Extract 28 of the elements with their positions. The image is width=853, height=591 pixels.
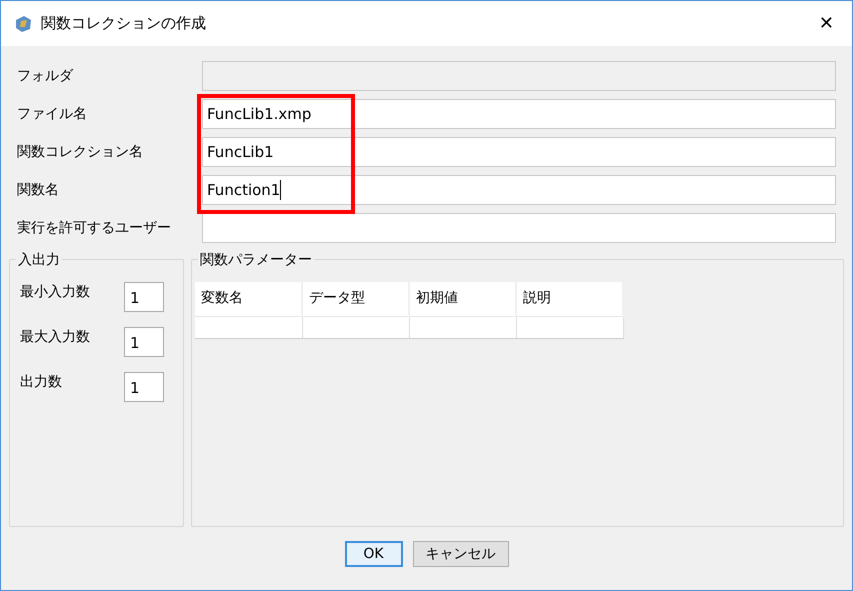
ok-button[interactable]: OK (344, 541, 402, 567)
table-cell[interactable] (516, 316, 623, 338)
table-cell[interactable] (302, 316, 409, 338)
field-label: 関数コレクション名 (17, 142, 144, 162)
field-label: 最大入力数 (20, 328, 91, 346)
input-field[interactable] (202, 213, 836, 243)
column-header[interactable]: データ型 (302, 282, 409, 316)
input-field[interactable]: FuncLib1.xmp (202, 99, 836, 129)
table-cell[interactable] (409, 316, 516, 338)
app-icon (13, 14, 33, 34)
field-label: 最小入力数 (20, 282, 91, 302)
field-label: 実行を許可するユーザー (17, 218, 172, 238)
field-label: フォルダ (17, 66, 74, 86)
number-field[interactable]: 1 (124, 327, 164, 357)
number-field[interactable]: 1 (124, 282, 164, 312)
field-label: 出力数 (20, 372, 63, 392)
column-header[interactable]: 説明 (516, 282, 623, 316)
column-header[interactable]: 変数名 (195, 282, 302, 316)
field-label: ファイル名 (17, 104, 88, 124)
field-label: 関数名 (17, 180, 60, 200)
cancel-button[interactable]: キャンセル (412, 541, 508, 567)
column-header[interactable]: 初期値 (409, 282, 516, 316)
close-button[interactable]: ✕ (812, 10, 840, 37)
number-field[interactable]: 1 (124, 372, 164, 402)
input-field[interactable]: FuncLib1 (202, 137, 836, 167)
window-title: 関数コレクションの作成 (41, 13, 207, 34)
table-cell[interactable] (195, 316, 302, 338)
input-field[interactable]: Function1 (202, 175, 836, 205)
